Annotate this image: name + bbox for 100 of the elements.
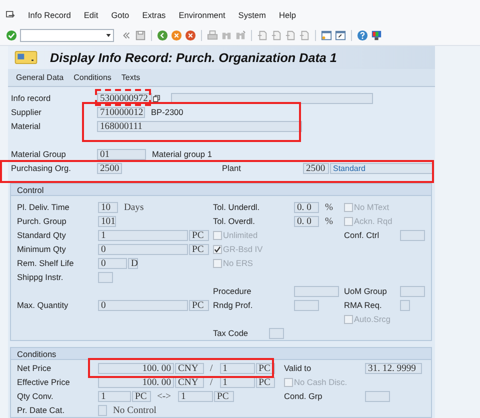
field-label: Info record	[11, 93, 52, 103]
input-field[interactable]: 0	[98, 244, 188, 254]
back-icon[interactable]	[157, 30, 168, 40]
field-label: Effective Price	[17, 377, 71, 387]
window-menu-icon[interactable]	[6, 10, 15, 20]
field-text: %	[325, 202, 333, 212]
menu-item[interactable]: Edit	[84, 10, 98, 20]
field-label: Material	[11, 121, 42, 131]
page-icon[interactable]	[271, 30, 282, 40]
input-field[interactable]	[294, 300, 319, 310]
input-field[interactable]: 1	[98, 230, 188, 240]
input-field[interactable]: 0. 0	[294, 202, 319, 212]
field-label: Cond. Grp	[284, 391, 324, 401]
toolbar-button[interactable]: Texts	[121, 73, 140, 82]
checkbox-label: No MText	[354, 202, 390, 212]
page-icon[interactable]	[285, 30, 296, 40]
input-field[interactable]: 31. 12. 9999	[365, 362, 422, 374]
input-field[interactable]: 2500	[97, 162, 122, 174]
menu-item[interactable]: Extras	[142, 10, 166, 20]
input-field[interactable]	[400, 286, 425, 296]
window-icon[interactable]	[335, 30, 346, 40]
input-field[interactable]	[98, 404, 107, 416]
field-label: Procedure	[213, 286, 252, 296]
input-field[interactable]: PC	[189, 230, 209, 240]
field-label: Standard Qty	[17, 230, 67, 240]
field-text: /	[210, 362, 213, 374]
menu-item[interactable]: Info Record	[28, 10, 71, 20]
input-field[interactable]: 2500	[303, 162, 329, 174]
input-field[interactable]: D	[128, 258, 138, 268]
input-field[interactable]: PC	[189, 244, 209, 254]
field-text: Material group 1	[152, 149, 212, 159]
checkbox-label: No ERS	[223, 258, 253, 268]
find-next-icon[interactable]	[235, 30, 246, 40]
menu-item[interactable]: System	[238, 10, 266, 20]
command-field[interactable]	[20, 28, 114, 42]
menu-item[interactable]: Goto	[111, 10, 130, 20]
double-chevron-icon[interactable]	[121, 30, 132, 40]
input-field[interactable]: Standard	[330, 162, 434, 174]
exit-icon[interactable]	[171, 30, 182, 40]
input-field[interactable]: 100. 00	[98, 362, 174, 374]
input-field[interactable]: PC	[132, 390, 151, 402]
input-field[interactable]: 01	[97, 148, 146, 160]
input-field[interactable]	[365, 390, 390, 402]
dropdown-icon	[106, 34, 111, 36]
field-label: Conf. Ctrl	[344, 230, 380, 240]
input-field[interactable]: 1	[98, 390, 131, 402]
checkbox-label: GR-Bsd IV	[223, 244, 263, 254]
field-label: Tol. Underdl.	[213, 202, 261, 212]
cancel-icon[interactable]	[185, 30, 196, 40]
input-field[interactable]: 0. 0	[294, 216, 319, 226]
field-label: RMA Req.	[344, 300, 383, 310]
input-field[interactable]: 101	[98, 216, 116, 226]
page-icon[interactable]	[299, 30, 310, 40]
input-field[interactable]: CNY	[175, 362, 204, 374]
copy-icon[interactable]	[153, 94, 160, 102]
field-label: Purch. Group	[17, 216, 68, 226]
input-field[interactable]	[171, 92, 373, 104]
toolbar-button[interactable]: General Data	[16, 73, 64, 82]
input-field[interactable]	[400, 300, 410, 310]
field-label: Minimum Qty	[17, 244, 67, 254]
field-text: BP-2300	[151, 107, 184, 117]
help-icon[interactable]	[357, 30, 368, 40]
window-icon[interactable]	[321, 30, 332, 40]
input-field[interactable]	[400, 230, 425, 240]
checkbox-label: Ackn. Rqd	[354, 216, 392, 226]
input-field[interactable]: PC	[214, 390, 234, 402]
input-field[interactable]: 1	[178, 390, 214, 402]
field-label: Tol. Overdl.	[213, 216, 256, 226]
toolbar-button[interactable]: Conditions	[74, 73, 112, 82]
input-field[interactable]: 168000111	[97, 120, 302, 132]
input-field[interactable]	[98, 272, 113, 282]
enter-icon[interactable]	[6, 30, 17, 40]
field-text: %	[325, 216, 333, 226]
checkbox-label: No Cash Disc.	[294, 377, 348, 387]
field-text: /	[210, 376, 213, 388]
save-icon[interactable]	[135, 30, 146, 40]
input-field[interactable]: PC	[189, 300, 209, 310]
input-field[interactable]: 1	[220, 362, 255, 374]
field-text: Days	[124, 202, 144, 212]
input-field[interactable]	[269, 328, 284, 338]
input-field[interactable]: 710000012	[97, 106, 145, 118]
checkbox-label: Unlimited	[223, 230, 258, 240]
field-label: Qty Conv.	[17, 391, 54, 401]
menu-item[interactable]: Environment	[178, 10, 226, 20]
field-text: No Control	[113, 404, 156, 416]
screen-title: Display Info Record: Purch. Organization Data 1	[50, 50, 337, 64]
page-icon[interactable]	[257, 30, 268, 40]
input-field[interactable]: 0	[98, 300, 188, 310]
field-label: Rndg Prof.	[213, 300, 254, 310]
input-field[interactable]: 10	[98, 202, 118, 212]
field-text: <->	[157, 390, 172, 402]
field-label: Pr. Date Cat.	[17, 405, 66, 415]
monitor-icon[interactable]	[371, 30, 382, 40]
menu-item[interactable]: Help	[278, 10, 296, 20]
field-label: Supplier	[11, 107, 42, 117]
input-field[interactable]: 0	[98, 258, 127, 268]
print-icon[interactable]	[207, 30, 218, 40]
field-label: UoM Group	[344, 286, 388, 296]
field-label: Purchasing Org.	[11, 163, 72, 173]
input-field[interactable]	[294, 286, 339, 296]
